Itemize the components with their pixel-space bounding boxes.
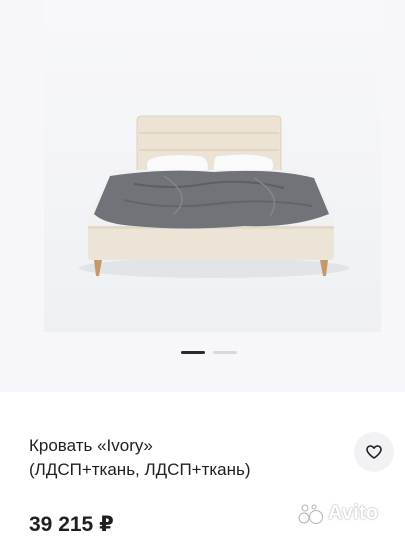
product-photo[interactable] [44, 0, 381, 332]
blanket [94, 170, 329, 229]
gallery-pagination [181, 351, 237, 354]
heart-icon [366, 445, 382, 459]
gallery-dot-1[interactable] [181, 351, 205, 354]
add-to-favorites-button[interactable] [354, 432, 394, 472]
floor-shadow [79, 258, 349, 278]
image-gallery[interactable] [0, 0, 405, 392]
bed-image [79, 115, 349, 278]
avito-watermark-text: Avito [328, 502, 379, 524]
avito-watermark: Avito [298, 502, 378, 525]
avito-logo-icon [298, 504, 323, 524]
product-title: Кровать «Ivory» (ЛДСП+ткань, ЛДСП+ткань) [29, 434, 344, 482]
product-title-line-2: (ЛДСП+ткань, ЛДСП+ткань) [29, 460, 251, 479]
gallery-dot-2[interactable] [213, 351, 237, 354]
product-page: Кровать «Ivory» (ЛДСП+ткань, ЛДСП+ткань)… [0, 0, 405, 540]
product-title-line-1: Кровать «Ivory» [29, 436, 153, 455]
product-price: 39 215 ₽ [29, 513, 114, 536]
